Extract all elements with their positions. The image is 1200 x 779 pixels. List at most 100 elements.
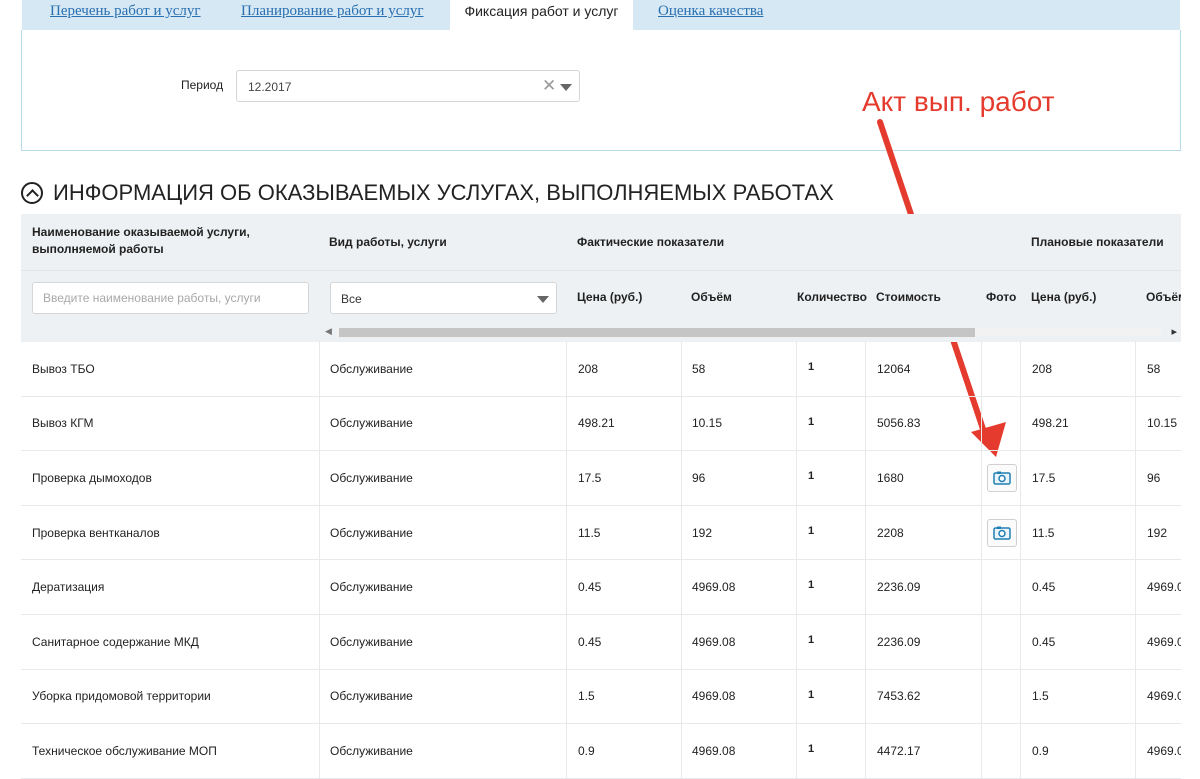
tab-works-planning[interactable]: Планирование работ и услуг [241, 0, 424, 30]
section-title: ИНФОРМАЦИЯ ОБ ОКАЗЫВАЕМЫХ УСЛУГАХ, ВЫПОЛ… [53, 180, 834, 205]
cell-cost: 5056.83 [865, 396, 981, 451]
header-planned: Плановые показатели [1031, 235, 1164, 249]
cell-plan-price: 17.5 [1020, 451, 1135, 505]
annotation-label: Акт вып. работ [862, 86, 1055, 117]
table-row: Техническое обслуживание МОП Обслуживание… [21, 724, 1181, 779]
cell-type: Обслуживание [319, 505, 566, 560]
cell-photo [981, 396, 1020, 451]
cell-plan-volume: 4969.0 [1135, 614, 1181, 669]
header-quantity: Количество [797, 290, 867, 304]
period-select[interactable]: 12.2017 ✕ [236, 70, 580, 102]
type-filter-value: Все [341, 292, 362, 306]
cell-price: 11.5 [566, 505, 681, 560]
cell-photo [981, 560, 1020, 614]
cell-photo [981, 342, 1020, 396]
cell-plan-volume: 58 [1135, 342, 1181, 396]
header-photo: Фото [986, 290, 1017, 304]
cell-plan-volume: 4969.0 [1135, 669, 1181, 724]
cell-cost: 7453.62 [865, 669, 981, 724]
cell-name: Санитарное содержание МКД [32, 634, 199, 649]
chevron-down-icon[interactable] [560, 84, 572, 91]
horizontal-scrollbar[interactable]: ◀ ▸ [319, 324, 1181, 338]
photo-button[interactable] [987, 463, 1017, 492]
table-row: Проверка вентканалов Обслуживание 11.5 192 1… [21, 505, 1181, 561]
header-volume: Объём [691, 290, 732, 304]
cell-price: 0.45 [566, 614, 681, 669]
cell-name: Вывоз ТБО [32, 361, 95, 376]
table-row: Вывоз КГМ Обслуживание 498.21 10.15 1 5056.83… [21, 396, 1181, 452]
table-row: Проверка дымоходов Обслуживание 17.5 96 1 168… [21, 451, 1181, 506]
cell-price: 17.5 [566, 451, 681, 505]
header-price: Цена (руб.) [577, 290, 643, 304]
cell-price: 0.9 [566, 724, 681, 778]
cell-cost: 2236.09 [865, 614, 981, 669]
cell-qty: 1 [796, 396, 865, 451]
cell-volume: 10.15 [681, 396, 796, 451]
cell-plan-volume: 96 [1135, 451, 1181, 505]
table-row: Вывоз ТБО Обслуживание 208 58 1 12064 208 58 [21, 342, 1181, 397]
cell-cost: 12064 [865, 342, 981, 396]
table-body: Вывоз ТБО Обслуживание 208 58 1 12064 208 58 Выв… [21, 342, 1181, 779]
cell-cost: 2236.09 [865, 560, 981, 614]
cell-photo [981, 669, 1020, 724]
cell-type: Обслуживание [319, 560, 566, 614]
tab-works-list[interactable]: Перечень работ и услуг [50, 0, 201, 30]
period-value: 12.2017 [248, 80, 292, 94]
services-table: Наименование оказываемой услуги, выполня… [21, 214, 1181, 779]
cell-name: Техническое обслуживание МОП [32, 743, 217, 758]
cell-volume: 192 [681, 505, 796, 560]
cell-photo [981, 451, 1020, 505]
clear-icon[interactable]: ✕ [542, 77, 556, 95]
cell-volume: 4969.08 [681, 669, 796, 724]
cell-price: 1.5 [566, 669, 681, 724]
cell-type: Обслуживание [319, 669, 566, 724]
cell-volume: 96 [681, 451, 796, 505]
cell-type: Обслуживание [319, 614, 566, 669]
cell-name: Дератизация [32, 580, 105, 595]
tab-quality-rating[interactable]: Оценка качества [658, 0, 763, 30]
cell-volume: 58 [681, 342, 796, 396]
header-divider [21, 270, 1181, 271]
cell-plan-volume: 10.15 [1135, 396, 1181, 451]
photo-icon [993, 526, 1011, 540]
cell-volume: 4969.08 [681, 560, 796, 614]
header-actual: Фактические показатели [577, 235, 725, 249]
photo-button[interactable] [987, 518, 1017, 547]
cell-name: Вывоз КГМ [32, 416, 94, 431]
chevron-down-icon[interactable] [537, 296, 549, 303]
tab-works-fixation[interactable]: Фиксация работ и услуг [450, 0, 633, 30]
cell-type: Обслуживание [319, 342, 566, 396]
cell-price: 498.21 [566, 396, 681, 451]
section-toggle[interactable]: ИНФОРМАЦИЯ ОБ ОКАЗЫВАЕМЫХ УСЛУГАХ, ВЫПОЛ… [21, 180, 834, 206]
cell-name: Уборка придомовой территории [32, 689, 211, 704]
cell-type: Обслуживание [319, 724, 566, 778]
name-filter-input[interactable] [32, 282, 309, 314]
cell-plan-price: 208 [1020, 342, 1135, 396]
cell-photo [981, 614, 1020, 669]
cell-price: 0.45 [566, 560, 681, 614]
cell-plan-volume: 4969.0 [1135, 560, 1181, 614]
cell-qty: 1 [796, 669, 865, 724]
cell-volume: 4969.08 [681, 724, 796, 778]
scrollbar-thumb[interactable] [339, 328, 975, 337]
cell-plan-price: 0.9 [1020, 724, 1135, 778]
type-filter-select[interactable]: Все [330, 282, 557, 314]
header-plan-price: Цена (руб.) [1031, 290, 1097, 304]
collapse-icon [21, 182, 43, 204]
cell-plan-price: 0.45 [1020, 560, 1135, 614]
scroll-left-icon[interactable]: ◀ [325, 326, 332, 337]
cell-cost: 1680 [865, 451, 981, 505]
cell-name: Проверка дымоходов [32, 470, 152, 485]
cell-photo [981, 505, 1020, 560]
header-cost: Стоимость [876, 290, 941, 304]
cell-qty: 1 [796, 724, 865, 778]
header-plan-volume: Объём [1146, 290, 1181, 304]
cell-qty: 1 [796, 505, 865, 560]
table-row: Дератизация Обслуживание 0.45 4969.08 1 2236.… [21, 560, 1181, 615]
period-label: Период [181, 78, 224, 92]
table-row: Санитарное содержание МКД Обслуживание 0.4… [21, 614, 1181, 670]
cell-qty: 1 [796, 342, 865, 396]
scroll-right-icon[interactable]: ▸ [1171, 325, 1177, 338]
cell-plan-price: 498.21 [1020, 396, 1135, 451]
cell-cost: 2208 [865, 505, 981, 560]
